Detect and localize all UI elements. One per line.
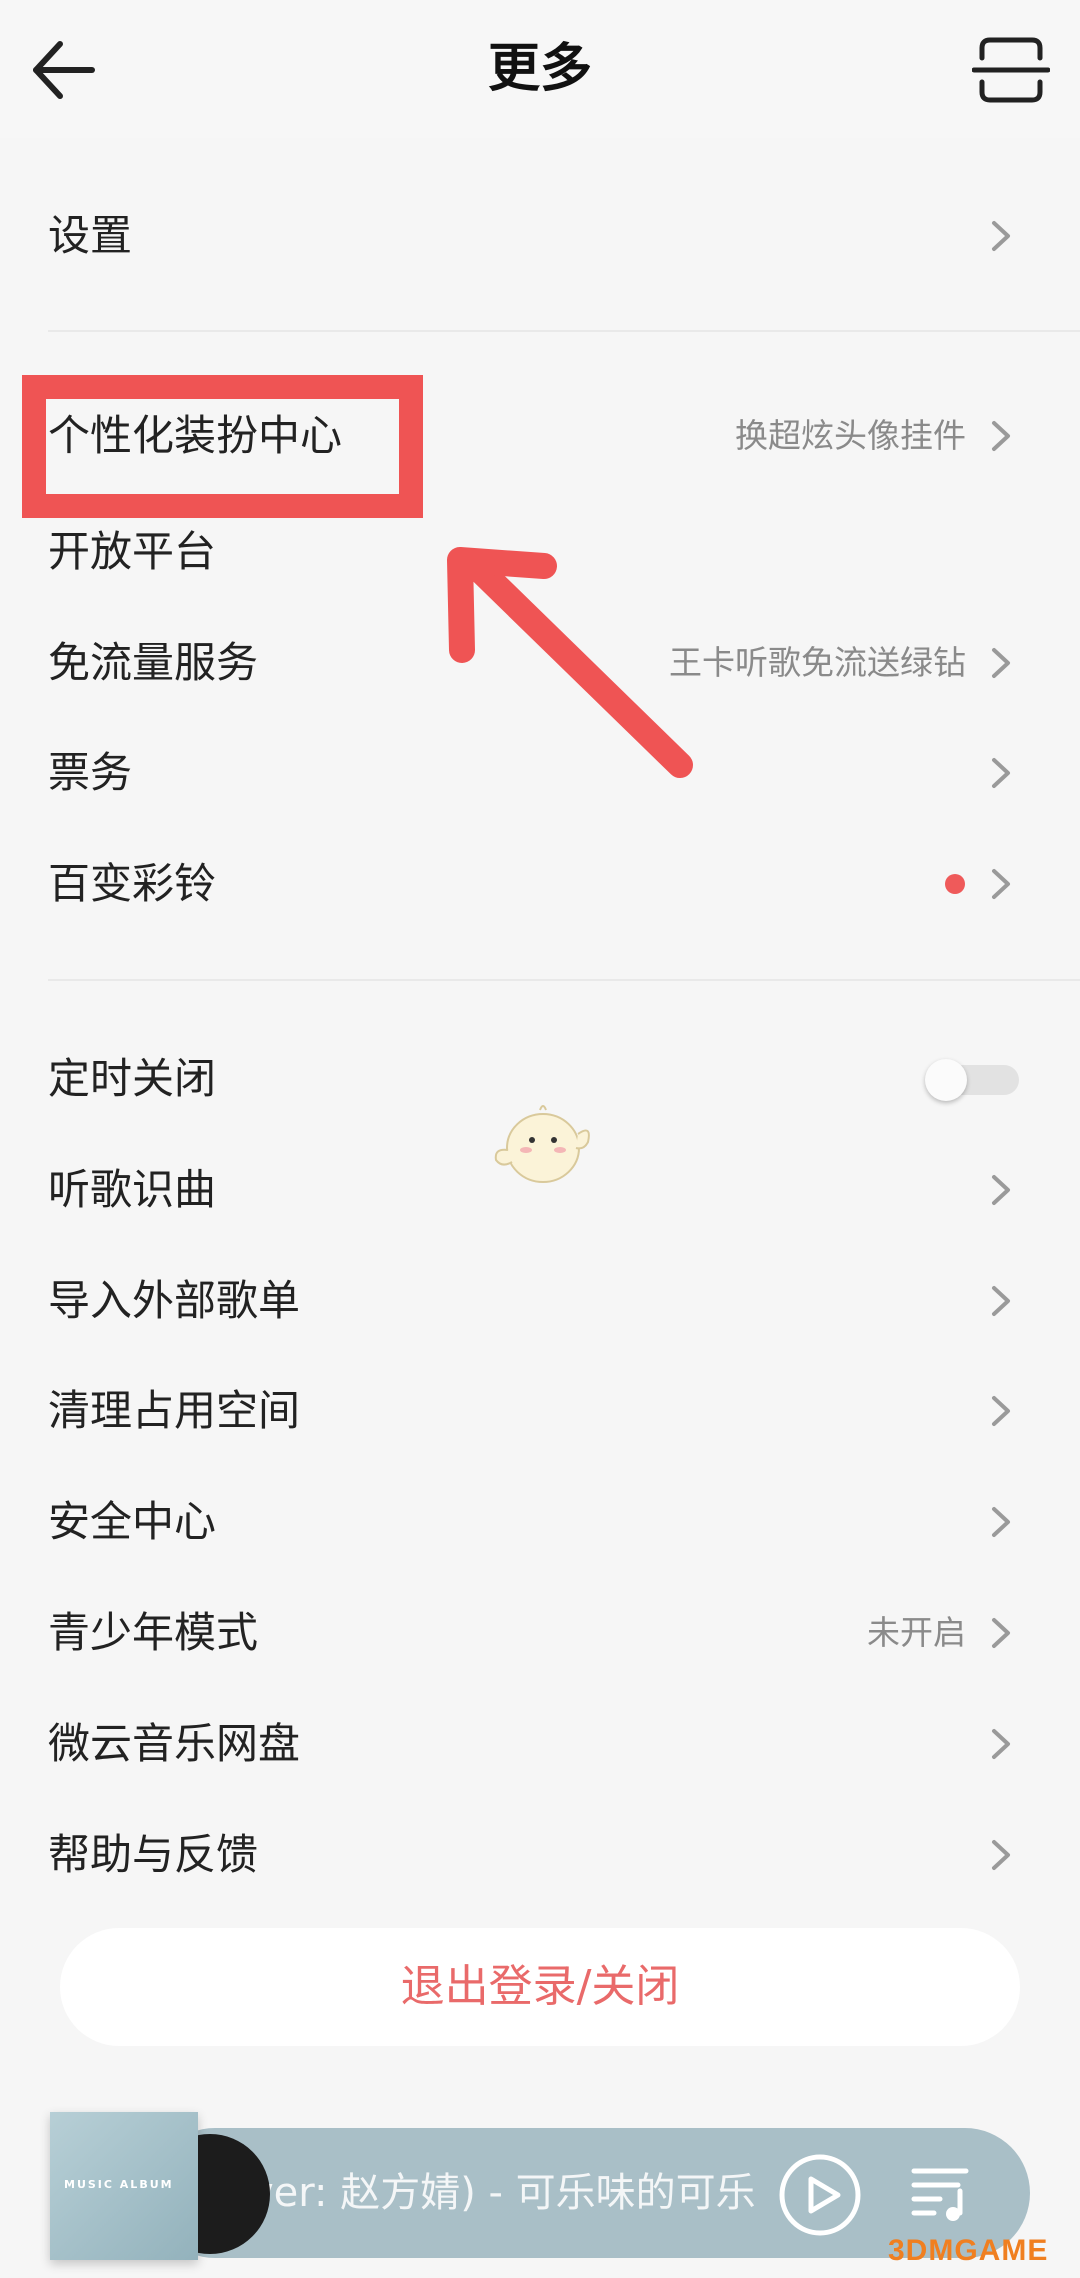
menu-item-label: 票务 xyxy=(48,748,133,797)
chevron-right-icon xyxy=(992,421,1010,451)
menu-item-subtitle: 王卡听歌免流送绿钻 xyxy=(669,643,966,682)
chevron-right-icon xyxy=(992,648,1010,678)
divider xyxy=(48,979,1080,981)
chevron-right-icon xyxy=(992,869,1010,899)
menu-item-subtitle: 未开启 xyxy=(867,1613,966,1652)
menu-item-label: 听歌识曲 xyxy=(48,1165,217,1214)
chevron-right-icon xyxy=(992,758,1010,788)
page-title: 更多 xyxy=(487,39,592,99)
menu-item-help[interactable]: 帮助与反馈 xyxy=(0,1805,1080,1905)
menu-item-settings[interactable]: 设置 xyxy=(0,186,1080,286)
toggle-knob xyxy=(925,1059,967,1101)
chevron-right-icon xyxy=(992,1396,1010,1426)
chevron-right-icon xyxy=(992,1729,1010,1759)
notification-dot xyxy=(945,874,965,894)
chevron-right-icon xyxy=(992,1175,1010,1205)
playlist-icon xyxy=(911,2168,969,2221)
now-playing-title: ver: 赵方婧) - 可乐味的可乐 xyxy=(250,2170,756,2216)
divider xyxy=(48,330,1080,332)
chevron-right-icon xyxy=(992,221,1010,251)
menu-item-label: 微云音乐网盘 xyxy=(48,1719,301,1768)
menu-item-clear-storage[interactable]: 清理占用空间 xyxy=(0,1361,1080,1461)
album-cover-text: MUSIC ALBUM xyxy=(64,2178,174,2191)
menu-item-security[interactable]: 安全中心 xyxy=(0,1472,1080,1572)
menu-item-label: 免流量服务 xyxy=(48,638,259,687)
chevron-right-icon xyxy=(992,1618,1010,1648)
menu-item-ringtone[interactable]: 百变彩铃 xyxy=(0,834,1080,934)
chevron-right-icon xyxy=(992,1507,1010,1537)
menu-item-label: 青少年模式 xyxy=(48,1608,259,1657)
logout-button[interactable]: 退出登录/关闭 xyxy=(60,1928,1020,2046)
menu-item-import-playlist[interactable]: 导入外部歌单 xyxy=(0,1251,1080,1351)
scan-icon xyxy=(971,37,1051,103)
playlist-button[interactable] xyxy=(910,2163,974,2223)
chevron-right-icon xyxy=(992,1840,1010,1870)
top-bar: 更多 xyxy=(0,0,1080,138)
annotation-arrow-icon xyxy=(447,547,693,778)
menu-item-label: 清理占用空间 xyxy=(48,1386,301,1435)
play-button[interactable] xyxy=(778,2153,862,2237)
menu-item-label: 设置 xyxy=(48,211,133,260)
menu-item-label: 安全中心 xyxy=(48,1497,217,1546)
scan-button[interactable] xyxy=(971,34,1051,106)
menu-item-weiyun[interactable]: 微云音乐网盘 xyxy=(0,1694,1080,1794)
menu-item-subtitle: 换超炫头像挂件 xyxy=(735,416,966,455)
sleep-timer-toggle[interactable] xyxy=(925,1059,1021,1101)
highlight-box xyxy=(22,375,423,518)
chevron-right-icon xyxy=(992,1286,1010,1316)
menu-item-label: 帮助与反馈 xyxy=(48,1830,259,1879)
album-art[interactable]: MUSIC ALBUM xyxy=(50,2112,270,2260)
menu-item-label: 导入外部歌单 xyxy=(48,1276,301,1325)
mascot-icon xyxy=(494,1105,590,1183)
menu-item-teen-mode[interactable]: 青少年模式 未开启 xyxy=(0,1583,1080,1683)
watermark: 3DMGAME xyxy=(888,2234,1049,2267)
menu-item-label: 定时关闭 xyxy=(48,1054,217,1103)
menu-item-label: 百变彩铃 xyxy=(48,859,217,908)
play-icon xyxy=(779,2154,861,2236)
